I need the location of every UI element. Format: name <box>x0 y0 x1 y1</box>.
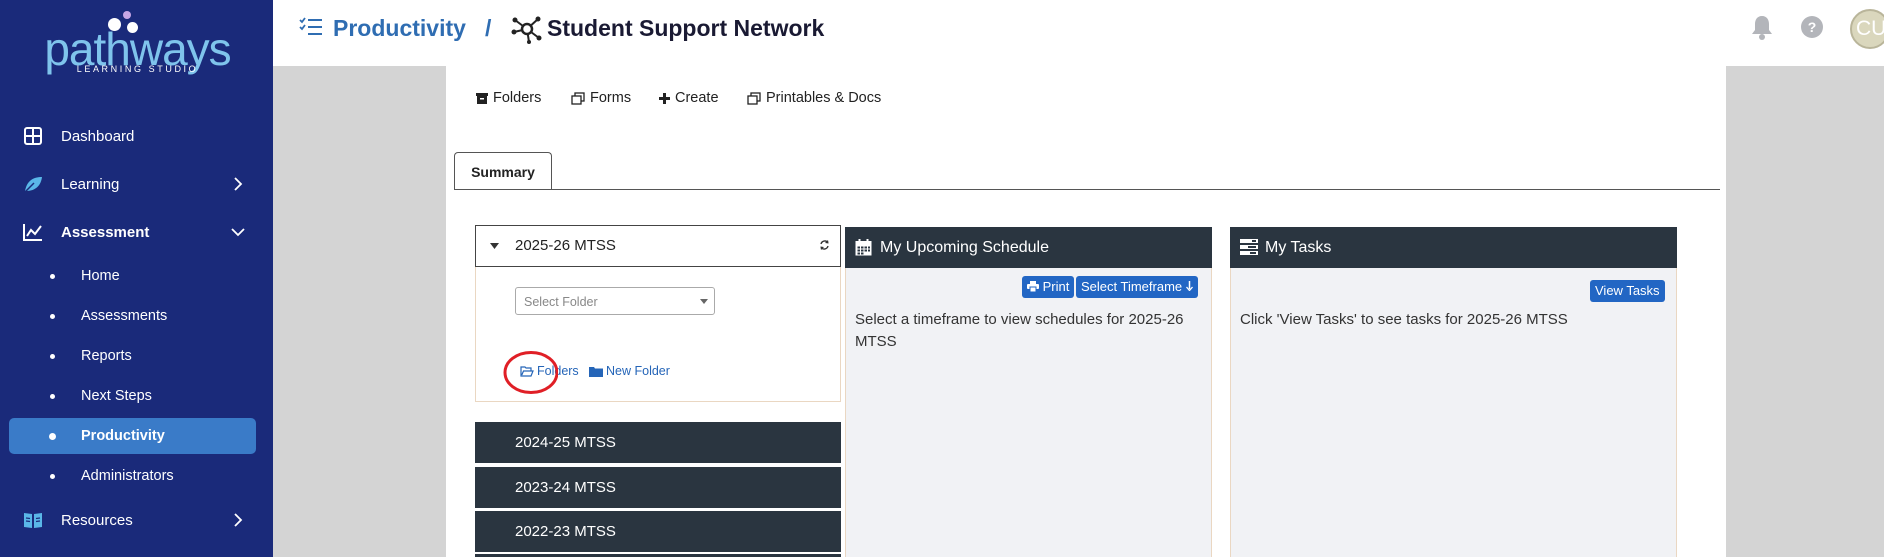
nav-dashboard[interactable]: Dashboard <box>0 118 273 154</box>
new-folder-link-label: New Folder <box>606 364 670 378</box>
schedule-message: Select a timeframe to view schedules for… <box>855 311 1184 350</box>
help-icon[interactable]: ? <box>1801 16 1823 38</box>
caret-down-icon <box>700 299 708 304</box>
schedule-panel-header: My Upcoming Schedule <box>845 227 1212 268</box>
nav-learning[interactable]: Learning <box>0 166 273 202</box>
page-title: Student Support Network <box>547 15 825 41</box>
nav-sub-home[interactable]: Home <box>9 258 256 294</box>
svg-text:?: ? <box>1808 19 1817 35</box>
arrow-down-icon <box>1185 281 1193 292</box>
nav-assessment[interactable]: Assessment <box>0 214 273 250</box>
schedule-panel-title: My Upcoming Schedule <box>880 239 1049 256</box>
nav-assessment-label: Assessment <box>61 223 150 241</box>
toolbar-printables-label: Printables & Docs <box>766 90 882 106</box>
bell-icon[interactable] <box>1751 14 1773 40</box>
schedule-panel-body: Print Select Timeframe Select a timefram… <box>845 268 1212 557</box>
chevron-down-icon <box>231 228 245 237</box>
bullet-icon <box>50 314 55 319</box>
tasks-panel-header: My Tasks <box>1230 227 1677 268</box>
caret-down-icon <box>490 243 499 249</box>
nav-sub-label: Productivity <box>81 428 165 444</box>
bullet-icon <box>49 433 56 440</box>
logo-dot <box>123 11 131 19</box>
nav-learning-label: Learning <box>61 175 120 193</box>
folder-select-placeholder: Select Folder <box>524 295 598 309</box>
folder-icon <box>589 366 603 377</box>
pathways-logo[interactable]: pathways LEARNING STUDIO <box>40 10 240 78</box>
logo-tagline: LEARNING STUDIO <box>76 64 199 74</box>
nav-sub-label: Administrators <box>81 468 174 484</box>
toolbar-folders-button[interactable]: Folders <box>476 90 541 106</box>
print-button[interactable]: Print <box>1022 276 1075 298</box>
network-icon <box>511 16 542 44</box>
folder-select[interactable]: Select Folder <box>515 287 715 315</box>
tasks-panel-body: View Tasks Click 'View Tasks' to see tas… <box>1230 268 1677 557</box>
print-icon <box>1027 281 1039 293</box>
view-tasks-button[interactable]: View Tasks <box>1590 280 1665 302</box>
toolbar-folders-label: Folders <box>493 90 542 106</box>
nav-sub-label: Home <box>81 268 120 284</box>
chevron-right-icon <box>234 513 243 527</box>
tasks-message: Click 'View Tasks' to see tasks for 2025… <box>1240 311 1568 328</box>
select-timeframe-label: Select Timeframe <box>1081 279 1183 294</box>
dashboard-icon <box>24 127 42 145</box>
nav-sub-next-steps[interactable]: Next Steps <box>9 378 256 414</box>
year-accordion-open[interactable]: 2025-26 MTSS <box>475 225 841 267</box>
nav-dashboard-label: Dashboard <box>61 127 135 145</box>
bullet-icon <box>50 474 55 479</box>
chart-line-icon <box>23 224 42 241</box>
leaf-icon <box>24 177 42 193</box>
archive-icon <box>476 93 488 104</box>
print-button-label: Print <box>1042 279 1070 294</box>
toolbar-create-button[interactable]: Create <box>659 90 719 106</box>
toolbar-forms-label: Forms <box>590 90 632 106</box>
year-accordion-closed[interactable]: 2023-24 MTSS <box>475 467 841 508</box>
nav-sub-label: Reports <box>81 348 132 364</box>
tasks-panel-title: My Tasks <box>1265 239 1332 256</box>
bullet-icon <box>50 354 55 359</box>
nav-sub-productivity[interactable]: Productivity <box>9 418 256 454</box>
year-accordion-closed[interactable]: 2024-25 MTSS <box>475 422 841 463</box>
breadcrumb-section[interactable]: Productivity <box>333 13 466 43</box>
tab-summary[interactable]: Summary <box>454 152 552 190</box>
toolbar-printables-button[interactable]: Printables & Docs <box>747 90 881 106</box>
avatar[interactable]: CU <box>1850 9 1884 49</box>
year-accordion-body: Select Folder Folders New Folder <box>475 267 841 402</box>
year-title: 2025-26 MTSS <box>515 237 616 254</box>
sidebar: pathways LEARNING STUDIO Dashboard Learn… <box>0 0 273 557</box>
nav-sub-label: Assessments <box>81 308 168 324</box>
nav-sub-reports[interactable]: Reports <box>9 338 256 374</box>
bullet-icon <box>50 394 55 399</box>
checklist-icon <box>299 17 322 35</box>
calendar-icon <box>855 239 872 256</box>
select-timeframe-button[interactable]: Select Timeframe <box>1076 276 1198 298</box>
book-icon <box>24 513 42 528</box>
nav-sub-assessments[interactable]: Assessments <box>9 298 256 334</box>
nav-resources[interactable]: Resources <box>0 502 273 538</box>
chevron-right-icon <box>234 177 243 191</box>
top-bar: Productivity / Student Support Network ?… <box>273 0 1884 66</box>
new-folder-link[interactable]: New Folder <box>589 364 670 378</box>
breadcrumb-separator: / <box>485 15 492 41</box>
toolbar-create-label: Create <box>675 90 719 106</box>
copy-icon <box>571 91 585 105</box>
nav-sub-label: Next Steps <box>81 388 152 404</box>
toolbar-forms-button[interactable]: Forms <box>571 90 631 106</box>
nav-sub-administrators[interactable]: Administrators <box>9 458 256 494</box>
nav-resources-label: Resources <box>61 511 133 529</box>
copy-icon <box>747 91 761 105</box>
year-accordion-closed[interactable]: 2022-23 MTSS <box>475 511 841 552</box>
tab-divider <box>454 189 1720 190</box>
annotation-circle <box>503 351 558 394</box>
bullet-icon <box>50 274 55 279</box>
tasks-icon <box>1240 239 1258 255</box>
sync-icon[interactable] <box>819 239 830 251</box>
plus-icon <box>659 92 670 104</box>
